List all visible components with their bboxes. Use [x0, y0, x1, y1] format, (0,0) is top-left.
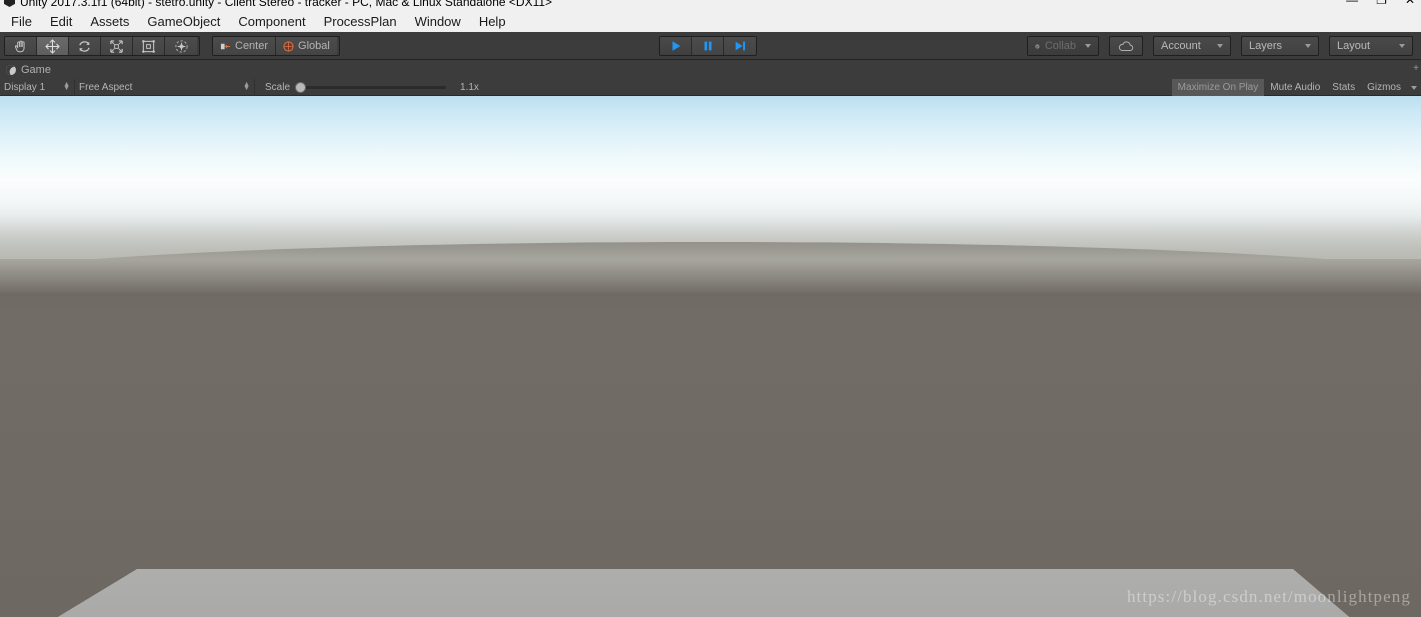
rect-tool-button[interactable]: [133, 37, 165, 55]
game-toolbar-right: Maximize On Play Mute Audio Stats Gizmos: [1171, 79, 1421, 96]
scale-slider[interactable]: [295, 81, 447, 93]
window-title: Unity 2017.3.1f1 (64bit) - stetro.unity …: [20, 0, 553, 9]
game-view-toolbar: Display 1 ▲ ▼ Free Aspect ▲ ▼ Scale 1.1x M…: [0, 78, 1421, 96]
collab-check-icon: [1035, 43, 1040, 49]
rotate-tool-button[interactable]: [69, 37, 101, 55]
floor-plane-shading: [0, 569, 1421, 617]
transform-tool-group: [4, 36, 200, 56]
layout-label: Layout: [1337, 40, 1371, 52]
display-label: Display 1: [4, 81, 46, 93]
window-controls[interactable]: — ❐ ✕: [1346, 0, 1415, 6]
aspect-dropdown[interactable]: Free Aspect ▲ ▼: [75, 78, 255, 96]
rect-transform-icon: [142, 39, 155, 53]
chevron-down-icon: [1411, 85, 1417, 90]
pivot-center-label: Center: [235, 40, 269, 52]
scale-control: Scale 1.1x: [255, 81, 479, 93]
globe-icon: [283, 40, 294, 52]
horizon-haze: [0, 216, 1421, 296]
menu-item-assets[interactable]: Assets: [81, 12, 138, 31]
window-title-bar: Unity 2017.3.1f1 (64bit) - stetro.unity …: [0, 0, 1421, 10]
game-view-render[interactable]: https://blog.csdn.net/moonlightpeng: [0, 96, 1421, 617]
unity-logo-icon: [4, 0, 15, 7]
toolbar-right-group: Collab Account Layers Layout: [1027, 36, 1413, 56]
main-toolbar: Center Global Collab Account Layers Layo…: [0, 32, 1421, 60]
pivot-center-button[interactable]: Center: [213, 37, 277, 55]
panel-tab-bar: Game +: [0, 60, 1421, 79]
scale-slider-handle[interactable]: [295, 81, 307, 93]
menu-bar: File Edit Assets GameObject Component Pr…: [0, 10, 1421, 32]
scale-tool-button[interactable]: [101, 37, 133, 55]
play-icon: [672, 41, 680, 51]
menu-item-component[interactable]: Component: [229, 12, 314, 31]
transform-icon: [174, 39, 188, 53]
pivot-global-button[interactable]: Global: [276, 37, 337, 55]
menu-item-edit[interactable]: Edit: [41, 12, 81, 31]
hand-tool-button[interactable]: [5, 37, 37, 55]
distant-ground: [0, 259, 1421, 617]
chevron-down-icon: [1217, 44, 1223, 48]
rotate-icon: [79, 40, 90, 52]
cloud-button[interactable]: [1109, 36, 1143, 56]
updown-icon: ▲ ▼: [243, 81, 250, 92]
menu-item-file[interactable]: File: [2, 12, 41, 31]
scale-value: 1.1x: [460, 81, 479, 93]
layout-dropdown[interactable]: Layout: [1329, 36, 1413, 56]
close-button[interactable]: ✕: [1405, 0, 1415, 6]
chevron-down-icon: [1085, 44, 1091, 48]
account-label: Account: [1161, 40, 1201, 52]
maximize-on-play-button[interactable]: Maximize On Play: [1171, 79, 1265, 96]
step-icon: [735, 41, 745, 51]
aspect-label: Free Aspect: [79, 81, 133, 93]
pivot-global-label: Global: [298, 40, 330, 52]
gizmos-button[interactable]: Gizmos: [1361, 79, 1407, 96]
display-dropdown[interactable]: Display 1 ▲ ▼: [0, 78, 75, 96]
updown-icon: ▲ ▼: [63, 81, 70, 92]
collab-button[interactable]: Collab: [1027, 36, 1099, 56]
layers-dropdown[interactable]: Layers: [1241, 36, 1319, 56]
tab-add-button[interactable]: +: [1413, 63, 1419, 74]
play-controls-group: [659, 36, 757, 56]
layers-label: Layers: [1249, 40, 1283, 52]
step-button[interactable]: [724, 37, 756, 55]
tab-game[interactable]: Game: [0, 60, 63, 79]
menu-item-processplan[interactable]: ProcessPlan: [315, 12, 406, 31]
scale-label: Scale: [265, 81, 291, 93]
maximize-button[interactable]: ❐: [1376, 0, 1387, 6]
account-dropdown[interactable]: Account: [1153, 36, 1231, 56]
minimize-button[interactable]: —: [1346, 0, 1358, 6]
move-tool-button[interactable]: [37, 37, 69, 55]
gizmos-dropdown-arrow[interactable]: [1407, 79, 1421, 96]
pause-icon: [704, 41, 711, 51]
menu-item-window[interactable]: Window: [406, 12, 470, 31]
mute-audio-button[interactable]: Mute Audio: [1264, 79, 1326, 96]
menu-item-gameobject[interactable]: GameObject: [138, 12, 229, 31]
collab-label: Collab: [1044, 40, 1076, 52]
tab-game-label: Game: [21, 63, 51, 76]
pivot-group: Center Global: [212, 36, 340, 56]
pivot-center-icon: [220, 43, 231, 49]
chevron-down-icon: [1305, 44, 1311, 48]
play-button[interactable]: [660, 37, 692, 55]
chevron-down-icon: [1399, 44, 1405, 48]
stats-button[interactable]: Stats: [1326, 79, 1361, 96]
game-view-icon: [4, 62, 18, 77]
transform-tool-button[interactable]: [165, 37, 197, 55]
hand-icon: [14, 40, 25, 52]
scale-icon: [110, 39, 123, 53]
move-arrows-icon: [45, 38, 60, 54]
menu-item-help[interactable]: Help: [470, 12, 515, 31]
pause-button[interactable]: [692, 37, 724, 55]
cloud-icon: [1118, 40, 1134, 51]
